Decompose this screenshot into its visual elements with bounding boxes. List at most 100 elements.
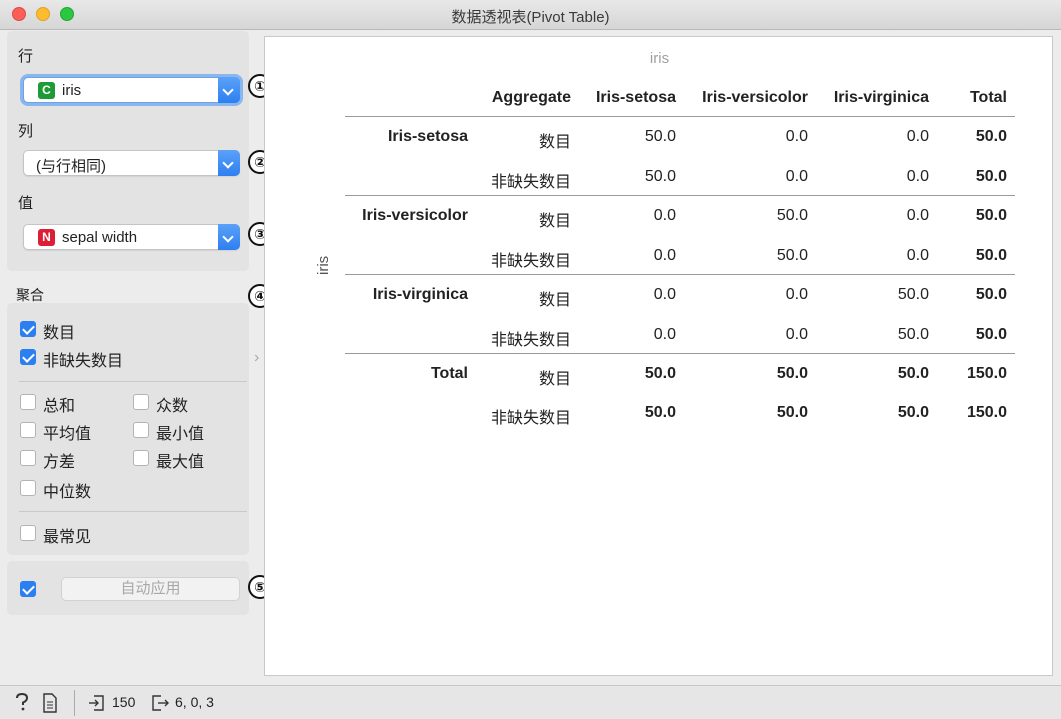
auto-apply-checkbox[interactable] [20, 581, 36, 597]
row-group-label: Iris-versicolor [362, 207, 468, 224]
divider [19, 511, 247, 512]
input-icon [88, 693, 106, 716]
row-variable-header: iris [315, 255, 332, 275]
chevron-down-icon[interactable] [218, 77, 240, 103]
value-cell: 0.0 [653, 326, 676, 343]
value-cell: 0.0 [785, 168, 808, 185]
median-checkbox[interactable] [20, 480, 36, 496]
value-cell: 0.0 [653, 286, 676, 303]
help-icon[interactable] [14, 692, 30, 715]
sum-checkbox[interactable] [20, 394, 36, 410]
total-cell: 50.0 [975, 286, 1007, 303]
aggregate-cell: 非缺失数目 [490, 253, 571, 270]
aggregate-cell: 非缺失数目 [490, 410, 571, 427]
total-cell: 50.0 [975, 128, 1007, 145]
columns-label: 列 [18, 123, 34, 140]
output-icon [151, 693, 171, 716]
aggregate-cell: 非缺失数目 [490, 174, 571, 191]
value-cell: 50.0 [897, 286, 929, 303]
value-cell: 0.0 [785, 286, 808, 303]
value-cell: 50.0 [897, 326, 929, 343]
apply-button[interactable]: 自动应用 [61, 577, 240, 601]
rows-combo-value: iris [62, 82, 82, 99]
chevron-down-icon[interactable] [218, 150, 240, 176]
report-icon[interactable] [42, 693, 58, 716]
value-cell: 0.0 [906, 247, 929, 264]
header-col-1: Iris-setosa [595, 89, 676, 106]
variance-checkbox[interactable] [20, 450, 36, 466]
window-title: 数据透视表(Pivot Table) [451, 9, 610, 26]
sum-label: 总和 [43, 398, 76, 415]
total-cell: 50.0 [644, 365, 676, 382]
min-checkbox[interactable] [133, 422, 149, 438]
values-combo[interactable]: N sepal width [23, 224, 240, 250]
pivot-table-view: iris iris Aggregate Iris-setosa Iris-ver… [264, 36, 1053, 676]
count-defined-checkbox[interactable] [20, 349, 36, 365]
grand-total-cell: 150.0 [966, 404, 1007, 421]
value-cell: 0.0 [785, 326, 808, 343]
value-cell: 50.0 [644, 128, 676, 145]
rows-label: 行 [18, 48, 34, 65]
status-bar: 150 6, 0, 3 [0, 685, 1061, 719]
variables-box: 行 C iris 列 (与行相同) 值 N sepal width [7, 31, 249, 271]
row-group-label: Iris-setosa [387, 128, 468, 145]
value-cell: 0.0 [906, 168, 929, 185]
header-col-2: Iris-versicolor [702, 89, 808, 106]
value-cell: 0.0 [653, 247, 676, 264]
mode-checkbox[interactable] [133, 394, 149, 410]
min-label: 最小值 [156, 426, 205, 443]
splitter-handle-icon[interactable]: › [254, 349, 259, 367]
apply-box: 自动应用 [7, 561, 249, 615]
value-cell: 0.0 [906, 207, 929, 224]
count-defined-label: 非缺失数目 [43, 353, 124, 370]
total-cell: 50.0 [975, 207, 1007, 224]
value-cell: 0.0 [653, 207, 676, 224]
header-col-3: Iris-virginica [833, 89, 929, 106]
variance-label: 方差 [43, 454, 76, 471]
aggregate-cell: 数目 [538, 371, 571, 388]
divider [345, 116, 1015, 117]
input-count: 150 [112, 694, 136, 710]
max-label: 最大值 [156, 454, 205, 471]
mean-checkbox[interactable] [20, 422, 36, 438]
total-cell: 50.0 [776, 404, 808, 421]
control-panel: 行 C iris 列 (与行相同) 值 N sepal width 聚合 数目 … [0, 31, 259, 685]
total-cell: 50.0 [897, 404, 929, 421]
total-cell: 50.0 [897, 365, 929, 382]
title-bar: 数据透视表(Pivot Table) [0, 0, 1061, 30]
row-group-label: Iris-virginica [372, 286, 468, 303]
aggregate-cell: 非缺失数目 [490, 332, 571, 349]
aggregations-label: 聚合 [16, 287, 44, 303]
numeric-variable-icon: N [38, 229, 55, 246]
row-group-label: Total [430, 365, 468, 382]
divider [345, 274, 1015, 275]
categorical-variable-icon: C [38, 82, 55, 99]
divider [345, 195, 1015, 196]
total-cell: 50.0 [975, 326, 1007, 343]
count-checkbox[interactable] [20, 321, 36, 337]
values-combo-value: sepal width [62, 229, 138, 246]
divider [345, 353, 1015, 354]
rows-combo[interactable]: C iris [23, 77, 240, 103]
mean-label: 平均值 [43, 426, 92, 443]
header-aggregate: Aggregate [491, 89, 571, 106]
columns-combo[interactable]: (与行相同) [23, 150, 240, 176]
total-cell: 50.0 [975, 168, 1007, 185]
majority-label: 最常见 [43, 529, 92, 546]
aggregate-cell: 数目 [538, 213, 571, 230]
column-variable-header: iris [649, 50, 670, 67]
output-summary: 6, 0, 3 [175, 694, 214, 710]
max-checkbox[interactable] [133, 450, 149, 466]
divider [19, 381, 247, 382]
count-label: 数目 [43, 325, 76, 342]
mode-label: 众数 [156, 398, 189, 415]
value-cell: 0.0 [785, 128, 808, 145]
values-label: 值 [18, 195, 34, 212]
total-cell: 50.0 [776, 365, 808, 382]
aggregations-box: 数目 非缺失数目 总和 众数 平均值 最小值 方差 最大值 中位数 最常见 [7, 303, 249, 555]
chevron-down-icon[interactable] [218, 224, 240, 250]
majority-checkbox[interactable] [20, 525, 36, 541]
median-label: 中位数 [43, 484, 92, 501]
value-cell: 0.0 [906, 128, 929, 145]
total-cell: 50.0 [975, 247, 1007, 264]
